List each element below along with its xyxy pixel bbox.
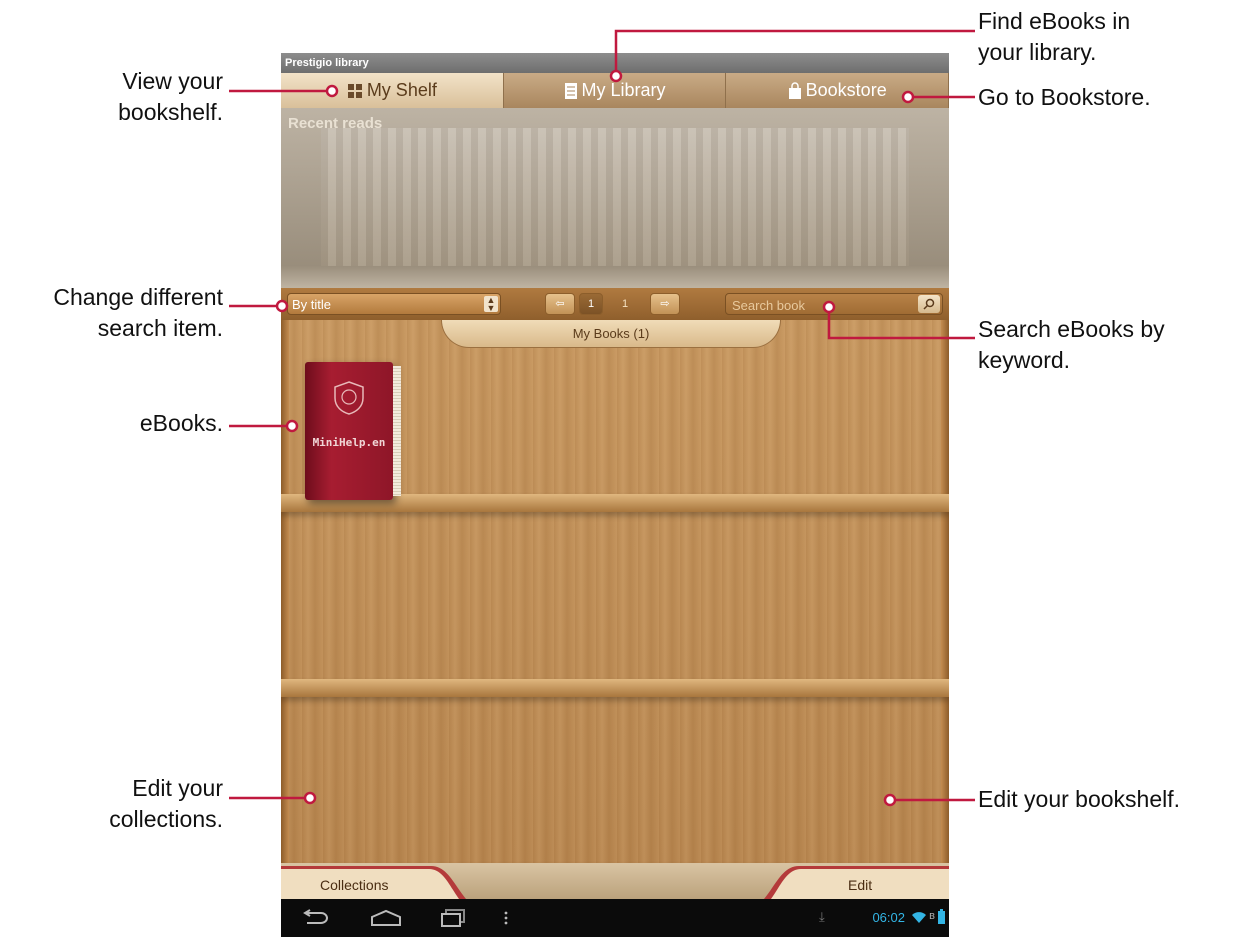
marker-dot xyxy=(822,300,836,314)
annotation-line: keyword. xyxy=(978,347,1071,373)
marker-dot xyxy=(275,299,289,313)
annotation-line: Search eBooks by xyxy=(978,316,1165,342)
marker-dot xyxy=(285,419,299,433)
annotation-find-library: Find eBooks in your library. xyxy=(978,6,1130,68)
annotation-line: your library. xyxy=(978,39,1097,65)
marker-dot xyxy=(883,793,897,807)
annotation-edit-shelf: Edit your bookshelf. xyxy=(978,786,1181,812)
marker-dot xyxy=(609,69,623,83)
marker-dot xyxy=(303,791,317,805)
annotation-line: Edit your xyxy=(132,775,223,801)
annotation-view-shelf: View your bookshelf. xyxy=(118,66,223,128)
annotation-change-search: Change different search item. xyxy=(53,282,223,344)
annotation-line: collections. xyxy=(109,806,223,832)
annotation-line: Find eBooks in xyxy=(978,8,1131,34)
annotation-line: bookshelf. xyxy=(118,99,223,125)
annotation-search-keyword: Search eBooks by keyword. xyxy=(978,314,1165,376)
marker-dot xyxy=(325,84,339,98)
annotation-bookstore: Go to Bookstore. xyxy=(978,84,1151,110)
annotation-line: search item. xyxy=(97,315,223,341)
marker-dot xyxy=(901,90,915,104)
annotation-line: Change different xyxy=(53,284,223,310)
annotation-edit-collections: Edit your collections. xyxy=(109,773,223,835)
annotation-line: View your xyxy=(122,68,223,94)
annotation-ebooks: eBooks. xyxy=(139,410,223,436)
